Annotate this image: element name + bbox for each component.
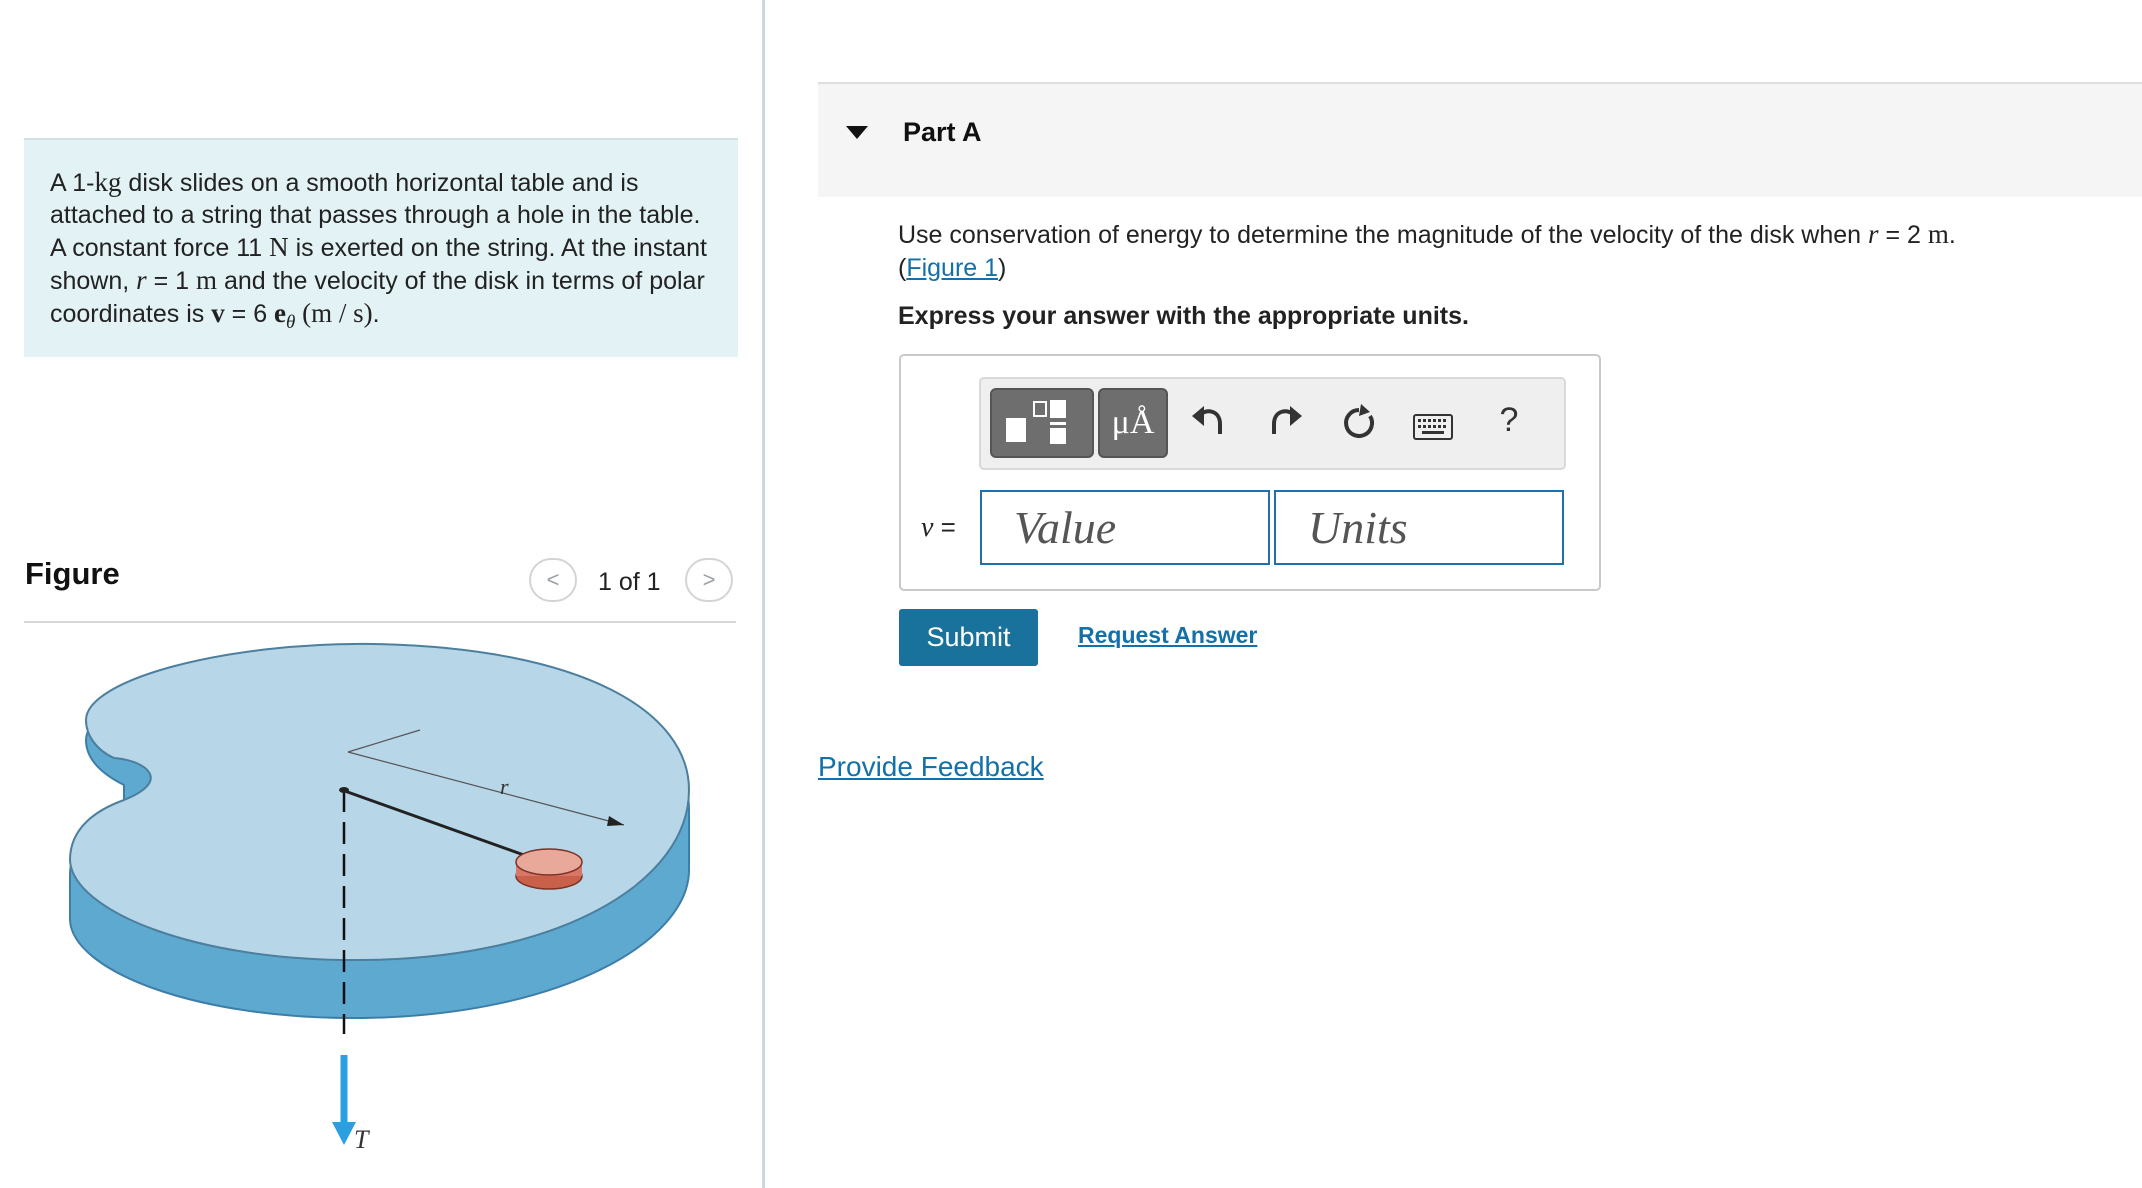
question-text-part: ) bbox=[998, 254, 1007, 282]
part-a-header[interactable] bbox=[818, 82, 2142, 197]
r-label: r bbox=[500, 774, 509, 799]
caret-down-icon[interactable] bbox=[846, 126, 868, 139]
part-a-title: Part A bbox=[903, 117, 982, 147]
help-icon[interactable]: ? bbox=[1494, 401, 1524, 440]
submit-button[interactable]: Submit bbox=[899, 609, 1038, 666]
math-N: N bbox=[269, 232, 289, 262]
next-figure-button[interactable]: > bbox=[685, 558, 733, 602]
question-text-part: . bbox=[1948, 221, 1956, 249]
redo-icon[interactable] bbox=[1268, 402, 1304, 442]
problem-statement: A 1-kg disk slides on a smooth horizonta… bbox=[24, 138, 738, 357]
provide-feedback-link[interactable]: Provide Feedback bbox=[818, 751, 1044, 783]
pane-divider[interactable] bbox=[762, 0, 765, 1188]
math-kg: kg bbox=[94, 167, 122, 197]
disk-top bbox=[515, 848, 583, 876]
problem-text: = 1 bbox=[146, 267, 197, 295]
undo-icon[interactable] bbox=[1190, 402, 1226, 442]
disk-on-table-figure: r T bbox=[68, 642, 691, 1154]
prev-figure-button[interactable]: < bbox=[529, 558, 577, 602]
problem-text: A 1- bbox=[50, 169, 95, 197]
problem-text: = 6 bbox=[224, 300, 275, 328]
hole bbox=[339, 787, 349, 793]
tension-label: T bbox=[354, 1125, 370, 1154]
variable-symbol: v bbox=[921, 512, 934, 543]
templates-icon bbox=[1006, 400, 1066, 444]
units-symbols-button[interactable]: μÅ bbox=[1098, 388, 1168, 458]
question-text: Use conservation of energy to determine … bbox=[898, 218, 2098, 285]
question-text-part: Use conservation of energy to determine … bbox=[898, 221, 1868, 249]
problem-text: . bbox=[372, 300, 380, 328]
templates-button[interactable] bbox=[990, 388, 1094, 458]
variable-label: v = bbox=[921, 512, 956, 544]
units-instruction: Express your answer with the appropriate… bbox=[898, 302, 1469, 330]
equals-sign: = bbox=[933, 512, 956, 542]
math-m: m bbox=[196, 265, 218, 295]
figure-divider bbox=[24, 621, 736, 623]
question-text-part: = 2 bbox=[1878, 221, 1928, 249]
figure-title: Figure bbox=[25, 556, 120, 591]
math-r: r bbox=[136, 265, 147, 295]
figure-1-link[interactable]: Figure 1 bbox=[906, 254, 998, 282]
reset-icon[interactable] bbox=[1340, 404, 1378, 442]
math-v: v bbox=[211, 298, 225, 328]
units-symbols-icon: μÅ bbox=[1111, 404, 1155, 441]
math-r: r bbox=[1868, 219, 1879, 249]
math-theta: θ bbox=[286, 312, 296, 333]
math-m: m bbox=[1927, 219, 1949, 249]
units-input[interactable] bbox=[1274, 490, 1564, 565]
chevron-left-icon: < bbox=[546, 567, 560, 592]
chevron-right-icon: > bbox=[702, 567, 716, 592]
figure-page-indicator: 1 of 1 bbox=[598, 568, 661, 596]
math-e: e bbox=[274, 298, 287, 328]
tension-arrowhead bbox=[332, 1122, 356, 1145]
request-answer-link[interactable]: Request Answer bbox=[1078, 622, 1257, 649]
math-units: (m / s) bbox=[295, 298, 373, 328]
keyboard-icon[interactable] bbox=[1413, 414, 1453, 440]
value-input[interactable] bbox=[980, 490, 1270, 565]
